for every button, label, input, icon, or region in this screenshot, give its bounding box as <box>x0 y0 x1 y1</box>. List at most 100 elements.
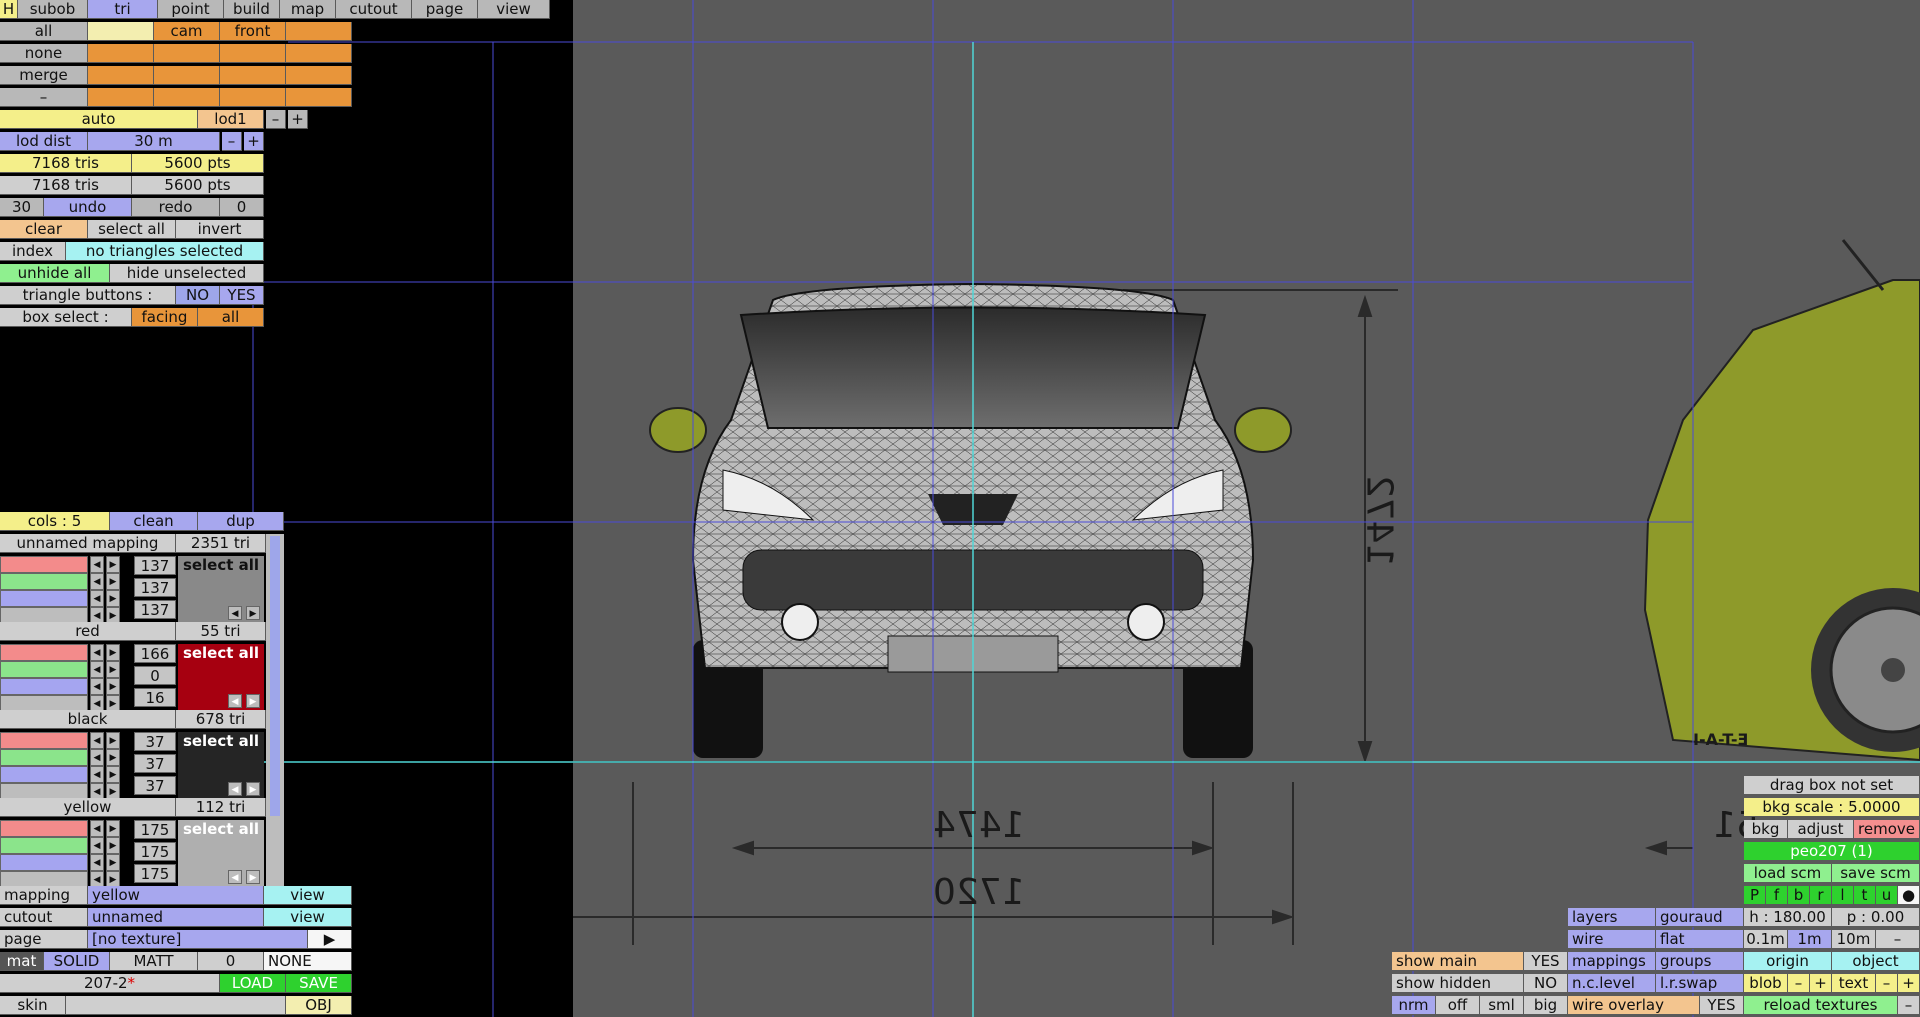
mappings-button[interactable]: mappings <box>1568 952 1656 971</box>
text-minus[interactable]: – <box>1876 974 1898 993</box>
cutout-value[interactable]: unnamed <box>88 908 264 927</box>
mapping-group-name[interactable]: black <box>0 710 176 729</box>
object-button[interactable]: object <box>1832 952 1920 971</box>
arrow-right-icon[interactable]: ▶ <box>106 573 120 590</box>
mat-matt-button[interactable]: MATT <box>110 952 198 971</box>
color-channel-slider[interactable] <box>0 678 88 695</box>
lrswap-button[interactable]: l.r.swap <box>1656 974 1744 993</box>
select-slot[interactable] <box>88 22 154 41</box>
merge-button[interactable]: merge <box>0 66 88 85</box>
select-slot[interactable] <box>286 22 352 41</box>
minus-button[interactable]: – <box>0 88 88 107</box>
color-channel-slider[interactable] <box>0 590 88 607</box>
color-channel-value[interactable]: 0 <box>134 666 176 685</box>
arrow-right-icon[interactable]: ▶ <box>246 694 260 708</box>
arrow-right-icon[interactable]: ▶ <box>106 854 120 871</box>
3d-viewport[interactable]: 1472 1474 1720 51 E-T-A-I <box>573 0 1920 1017</box>
menu-point[interactable]: point <box>158 0 224 19</box>
normals-big-button[interactable]: big <box>1524 996 1568 1015</box>
select-slot[interactable] <box>154 88 220 107</box>
color-channel-value[interactable]: 175 <box>134 820 176 839</box>
view-button-4[interactable]: l <box>1832 886 1854 905</box>
mat-none-field[interactable]: NONE <box>264 952 352 971</box>
view-button-6[interactable]: u <box>1876 886 1898 905</box>
select-slot[interactable] <box>286 44 352 63</box>
color-channel-value[interactable]: 175 <box>134 842 176 861</box>
clear-button[interactable]: clear <box>0 220 88 239</box>
color-channel-slider[interactable] <box>0 820 88 837</box>
box-select-facing[interactable]: facing <box>132 308 198 327</box>
remove-button[interactable]: remove <box>1854 820 1920 839</box>
arrow-left-icon[interactable]: ◀ <box>228 694 242 708</box>
arrow-left-icon[interactable]: ◀ <box>90 661 104 678</box>
dup-button[interactable]: dup <box>198 512 284 531</box>
mapping-view-button[interactable]: view <box>264 886 352 905</box>
select-none-button[interactable]: none <box>0 44 88 63</box>
menu-page[interactable]: page <box>412 0 478 19</box>
reload-textures-button[interactable]: reload textures <box>1744 996 1898 1015</box>
arrow-right-icon[interactable]: ▶ <box>106 732 120 749</box>
triangle-buttons-yes[interactable]: YES <box>220 286 264 305</box>
menu-build[interactable]: build <box>224 0 280 19</box>
group-select-all-button[interactable]: select all ◀ ▶ <box>178 820 264 886</box>
front-button[interactable]: front <box>220 22 286 41</box>
color-channel-value[interactable]: 137 <box>134 578 176 597</box>
view-button-0[interactable]: P <box>1744 886 1766 905</box>
select-slot[interactable] <box>154 44 220 63</box>
groups-button[interactable]: groups <box>1656 952 1744 971</box>
mat-solid-button[interactable]: SOLID <box>44 952 110 971</box>
normals-button[interactable]: nrm <box>1392 996 1436 1015</box>
color-channel-slider[interactable] <box>0 556 88 573</box>
arrow-right-icon[interactable]: ▶ <box>246 870 260 884</box>
group-select-all-button[interactable]: select all ◀ ▶ <box>178 556 264 622</box>
mapping-scrollbar-thumb[interactable] <box>270 536 280 816</box>
view-button-7[interactable]: ● <box>1898 886 1920 905</box>
arrow-right-icon[interactable]: ▶ <box>246 606 260 620</box>
clean-button[interactable]: clean <box>110 512 198 531</box>
color-channel-value[interactable]: 37 <box>134 776 176 795</box>
arrow-right-icon[interactable]: ▶ <box>106 749 120 766</box>
color-channel-value[interactable]: 137 <box>134 600 176 619</box>
mapping-value[interactable]: yellow <box>88 886 264 905</box>
arrow-left-icon[interactable]: ◀ <box>90 837 104 854</box>
color-channel-value[interactable]: 16 <box>134 688 176 707</box>
invert-button[interactable]: invert <box>176 220 264 239</box>
gouraud-button[interactable]: gouraud <box>1656 908 1744 927</box>
show-main-toggle[interactable]: YES <box>1524 952 1568 971</box>
blob-button[interactable]: blob <box>1744 974 1788 993</box>
color-channel-slider[interactable] <box>0 732 88 749</box>
color-channel-slider[interactable] <box>0 644 88 661</box>
save-scm-button[interactable]: save scm <box>1832 864 1920 883</box>
color-channel-slider[interactable] <box>0 766 88 783</box>
pitch-value[interactable]: p : 0.00 <box>1832 908 1920 927</box>
lod-dist-minus-button[interactable]: – <box>222 132 242 151</box>
cutout-view-button[interactable]: view <box>264 908 352 927</box>
color-channel-value[interactable]: 166 <box>134 644 176 663</box>
arrow-left-icon[interactable]: ◀ <box>228 782 242 796</box>
heading-value[interactable]: h : 180.00 <box>1744 908 1832 927</box>
color-channel-value[interactable]: 175 <box>134 864 176 883</box>
select-slot[interactable] <box>286 66 352 85</box>
triangle-buttons-no[interactable]: NO <box>176 286 220 305</box>
arrow-right-icon[interactable]: ▶ <box>106 766 120 783</box>
reload-minus[interactable]: – <box>1898 996 1920 1015</box>
unhide-all-button[interactable]: unhide all <box>0 264 110 283</box>
mapping-scrollbar[interactable] <box>266 534 284 888</box>
blob-minus[interactable]: – <box>1788 974 1810 993</box>
origin-button[interactable]: origin <box>1744 952 1832 971</box>
arrow-right-icon[interactable]: ▶ <box>106 837 120 854</box>
arrow-left-icon[interactable]: ◀ <box>90 820 104 837</box>
flat-button[interactable]: flat <box>1656 930 1744 949</box>
arrow-left-icon[interactable]: ◀ <box>90 854 104 871</box>
group-select-all-button[interactable]: select all ◀ ▶ <box>178 732 264 798</box>
menu-cutout[interactable]: cutout <box>336 0 412 19</box>
menu-map[interactable]: map <box>280 0 336 19</box>
arrow-left-icon[interactable]: ◀ <box>228 870 242 884</box>
redo-button[interactable]: redo <box>132 198 220 217</box>
view-button-5[interactable]: t <box>1854 886 1876 905</box>
arrow-left-icon[interactable]: ◀ <box>90 556 104 573</box>
arrow-left-icon[interactable]: ◀ <box>228 606 242 620</box>
arrow-right-icon[interactable]: ▶ <box>106 820 120 837</box>
bkg-button[interactable]: bkg <box>1744 820 1788 839</box>
bkg-scale[interactable]: bkg scale : 5.0000 <box>1744 798 1920 817</box>
